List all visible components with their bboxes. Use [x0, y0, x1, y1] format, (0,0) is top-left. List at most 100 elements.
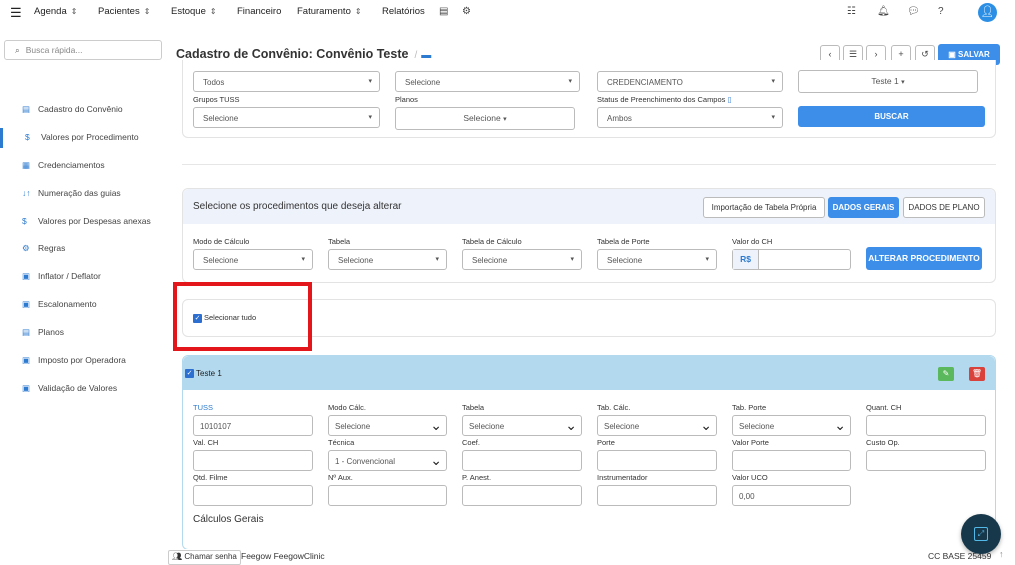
- chevron-down-icon: ⌄: [834, 417, 846, 433]
- tabela-select[interactable]: Selecione ▾: [328, 249, 447, 270]
- n-aux-input[interactable]: [328, 485, 447, 506]
- nav-estoque[interactable]: Estoque ⇕: [171, 6, 217, 17]
- procedure-item-header: ✓ Teste 1 ✎ 🗑︎: [183, 356, 995, 390]
- bell-icon[interactable]: 🔔︎: [877, 6, 890, 17]
- user-avatar-icon[interactable]: 👤︎: [978, 3, 997, 22]
- money-icon: ▣: [22, 271, 31, 281]
- gear-icon[interactable]: ⚙: [462, 6, 471, 17]
- modo-calc-select[interactable]: Selecione ⌄: [328, 415, 447, 436]
- help-icon[interactable]: ?: [938, 6, 944, 17]
- chevron-down-icon: ▾: [368, 78, 372, 85]
- database-icon[interactable]: ▤: [439, 6, 448, 17]
- valor-ch-input[interactable]: R$: [732, 249, 851, 270]
- status-select[interactable]: Ambos ▾: [597, 107, 783, 128]
- sidebar-item-credenciamentos[interactable]: ▦ Credenciamentos: [0, 156, 168, 176]
- tab-dados-gerais[interactable]: DADOS GERAIS: [828, 197, 899, 218]
- tab-porte-select[interactable]: Selecione ⌄: [732, 415, 851, 436]
- tab-dados-plano[interactable]: DADOS DE PLANO: [903, 197, 985, 218]
- filter-selecione-select[interactable]: Selecione ▾: [395, 71, 580, 92]
- sidebar-item-inflator[interactable]: ▣ Inflator / Deflator: [0, 267, 168, 287]
- modo-calc-label: Modo Cálc.: [328, 403, 366, 412]
- coef-input[interactable]: [462, 450, 582, 471]
- nav-relatorios[interactable]: Relatórios: [382, 6, 425, 17]
- chevron-down-icon: ▾: [301, 256, 305, 263]
- checkbox-checked-icon: ✓: [185, 369, 194, 379]
- chevron-down-icon: ▾: [568, 78, 572, 85]
- modo-calculo-label: Modo de Cálculo: [193, 237, 250, 246]
- floating-action-button[interactable]: ⤢: [961, 514, 1001, 554]
- valor-ch-label: Valor do CH: [732, 237, 773, 246]
- sidebar-item-imposto[interactable]: ▣ Imposto por Operadora: [0, 351, 168, 371]
- tabela-calculo-select[interactable]: Selecione ▾: [462, 249, 582, 270]
- people-icon: 👥︎: [172, 552, 183, 561]
- planos-label: Planos: [395, 95, 418, 104]
- nav-faturamento[interactable]: Faturamento ⇕: [297, 6, 362, 17]
- status-label: Status de Preenchimento dos Campos ▯: [597, 95, 732, 104]
- nav-agenda[interactable]: Agenda ⇕: [34, 6, 77, 17]
- card-icon: ▤: [22, 104, 31, 114]
- sidebar-item-valores-procedimento[interactable]: $ Valores por Procedimento: [0, 128, 168, 148]
- planos-select[interactable]: Selecione ▾: [395, 107, 575, 130]
- custo-op-label: Custo Op.: [866, 438, 900, 447]
- chevron-down-icon: ⌄: [700, 417, 712, 433]
- alterar-procedimento-button[interactable]: ALTERAR PROCEDIMENTO: [866, 247, 982, 270]
- edit-button[interactable]: ✎: [938, 367, 954, 381]
- val-ch-input[interactable]: [193, 450, 313, 471]
- porte-input[interactable]: [597, 450, 717, 471]
- sidebar-item-regras[interactable]: ⚙ Regras: [0, 239, 168, 259]
- filter-credenciamento-select[interactable]: CREDENCIAMENTO ▾: [597, 71, 783, 92]
- tuss-input[interactable]: 1010107: [193, 415, 313, 436]
- nav-financeiro[interactable]: Financeiro: [237, 6, 281, 17]
- valor-uco-label: Valor UCO: [732, 473, 768, 482]
- scroll-up-icon[interactable]: ↑: [999, 549, 1004, 559]
- sidebar-item-numeracao[interactable]: ↓↑ Numeração das guias: [0, 184, 168, 204]
- quant-ch-label: Quant. CH: [866, 403, 902, 412]
- list-icon[interactable]: ☷: [847, 6, 856, 17]
- nav-pacientes[interactable]: Pacientes ⇕: [98, 6, 150, 17]
- money-icon: ▣: [22, 383, 31, 393]
- chamar-senha-button[interactable]: 👥︎ Chamar senha: [168, 550, 241, 565]
- grupos-tuss-select[interactable]: Selecione ▾: [193, 107, 380, 128]
- porte-label: Porte: [597, 438, 615, 447]
- tabela-porte-select[interactable]: Selecione ▾: [597, 249, 717, 270]
- document-icon: ▦: [22, 160, 31, 170]
- chevron-down-icon: ▾: [570, 256, 574, 263]
- tecnica-select[interactable]: 1 - Convencional ⌄: [328, 450, 447, 471]
- search-input[interactable]: ⌕ Busca rápida...: [4, 40, 162, 60]
- hamburger-icon[interactable]: ☰: [10, 5, 22, 21]
- custo-op-input[interactable]: [866, 450, 986, 471]
- money-icon: ▣: [22, 355, 31, 365]
- sidebar-item-planos[interactable]: ▤ Planos: [0, 323, 168, 343]
- n-aux-label: Nº Aux.: [328, 473, 353, 482]
- valor-uco-input[interactable]: 0,00: [732, 485, 851, 506]
- p-anest-input[interactable]: [462, 485, 582, 506]
- chevron-updown-icon: ⇕: [354, 7, 362, 16]
- sidebar-item-validacao[interactable]: ▣ Validação de Valores: [0, 379, 168, 399]
- tab-porte-label: Tab. Porte: [732, 403, 767, 412]
- gears-icon: ⚙: [22, 243, 30, 253]
- sidebar-item-despesas[interactable]: $ Valores por Despesas anexas: [0, 212, 168, 232]
- filter-todos-select[interactable]: Todos ▾: [193, 71, 380, 92]
- filter-teste-select[interactable]: Teste 1 ▾: [798, 70, 978, 93]
- tab-calc-select[interactable]: Selecione ⌄: [597, 415, 717, 436]
- delete-button[interactable]: 🗑︎: [969, 367, 985, 381]
- sidebar-item-cadastro[interactable]: ▤ Cadastro do Convênio: [0, 100, 168, 120]
- sidebar: ⌕ Busca rápida... ▤ Cadastro do Convênio $…: [0, 30, 168, 565]
- caret-down-icon: ▾: [503, 116, 507, 123]
- item-checkbox[interactable]: ✓ Teste 1: [185, 369, 222, 379]
- sidebar-item-escalonamento[interactable]: ▣ Escalonamento: [0, 295, 168, 315]
- chevron-down-icon: ▾: [771, 78, 775, 85]
- dollar-icon: $: [22, 216, 27, 226]
- tab-calc-label: Tab. Cálc.: [597, 403, 631, 412]
- chat-icon[interactable]: 💬︎: [907, 6, 920, 17]
- tab-importacao[interactable]: Importação de Tabela Própria: [703, 197, 825, 218]
- buscar-button[interactable]: BUSCAR: [798, 106, 985, 127]
- modo-calculo-select[interactable]: Selecione ▾: [193, 249, 313, 270]
- chevron-updown-icon: ⇕: [209, 7, 217, 16]
- instrumentador-input[interactable]: [597, 485, 717, 506]
- tabela-select[interactable]: Selecione ⌄: [462, 415, 582, 436]
- valor-porte-input[interactable]: [732, 450, 851, 471]
- quant-ch-input[interactable]: [866, 415, 986, 436]
- qtd-filme-input[interactable]: [193, 485, 313, 506]
- caret-down-icon: ▾: [901, 79, 905, 86]
